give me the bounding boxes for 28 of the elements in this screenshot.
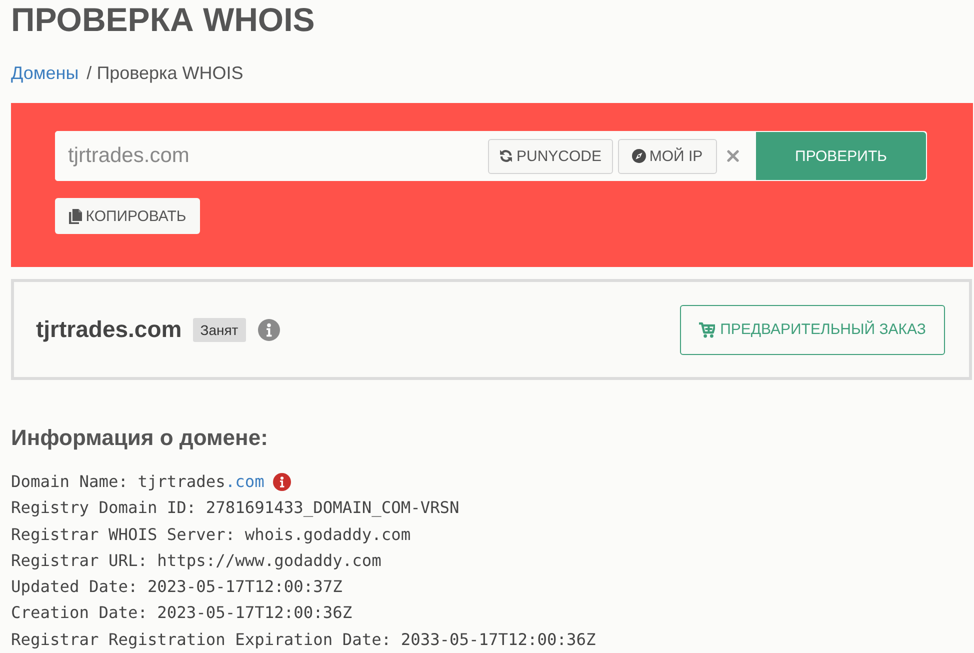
preorder-button[interactable]: ПРЕДВАРИТЕЛЬНЫЙ ЗАКАЗ — [680, 304, 945, 354]
close-icon[interactable] — [727, 150, 739, 162]
info-icon — [258, 318, 280, 340]
whois-line: Updated Date: 2023-05-17T12:00:37Z — [11, 576, 342, 598]
search-bar[interactable]: tjrtrades.com PUNYCODE МОЙ IP ПРОВЕРИТЬ — [55, 131, 927, 181]
breadcrumb-separator: / — [86, 63, 92, 83]
whois-line: Registrar URL: https://www.godaddy.com — [11, 550, 382, 572]
whois-line: Registrar Registration Expiration Date: 2033-05-17T12:00:36Z — [11, 628, 596, 651]
info-icon — [273, 473, 292, 492]
check-button[interactable]: ПРОВЕРИТЬ — [756, 132, 926, 180]
whois-line: Registrar WHOIS Server: whois.godaddy.com — [11, 524, 411, 546]
whois-line: Creation Date: 2023-05-17T12:00:36Z — [11, 602, 352, 624]
breadcrumb-link[interactable]: Домены — [11, 63, 79, 83]
my-ip-button[interactable]: МОЙ IP — [618, 138, 717, 174]
punycode-button[interactable]: PUNYCODE — [488, 138, 613, 174]
status-badge: Занят — [192, 318, 246, 342]
cart-icon — [699, 322, 716, 338]
page-title: ПРОВЕРКА WHOIS — [11, 0, 316, 40]
refresh-icon — [499, 149, 514, 163]
section-heading: Информация о домене: — [11, 426, 269, 450]
copy-icon — [68, 208, 82, 224]
whois-line: Registry Domain ID: 2781691433_DOMAIN_COM-VRSN — [11, 497, 460, 520]
breadcrumb-current: Проверка WHOIS — [96, 63, 244, 83]
tld-link[interactable]: .com — [225, 472, 264, 491]
domain-name: tjrtrades.com — [36, 316, 182, 343]
copy-button[interactable]: КОПИРОВАТЬ — [55, 198, 200, 234]
whois-line: Domain Name: tjrtrades.com — [11, 471, 264, 493]
compass-icon — [632, 149, 646, 163]
